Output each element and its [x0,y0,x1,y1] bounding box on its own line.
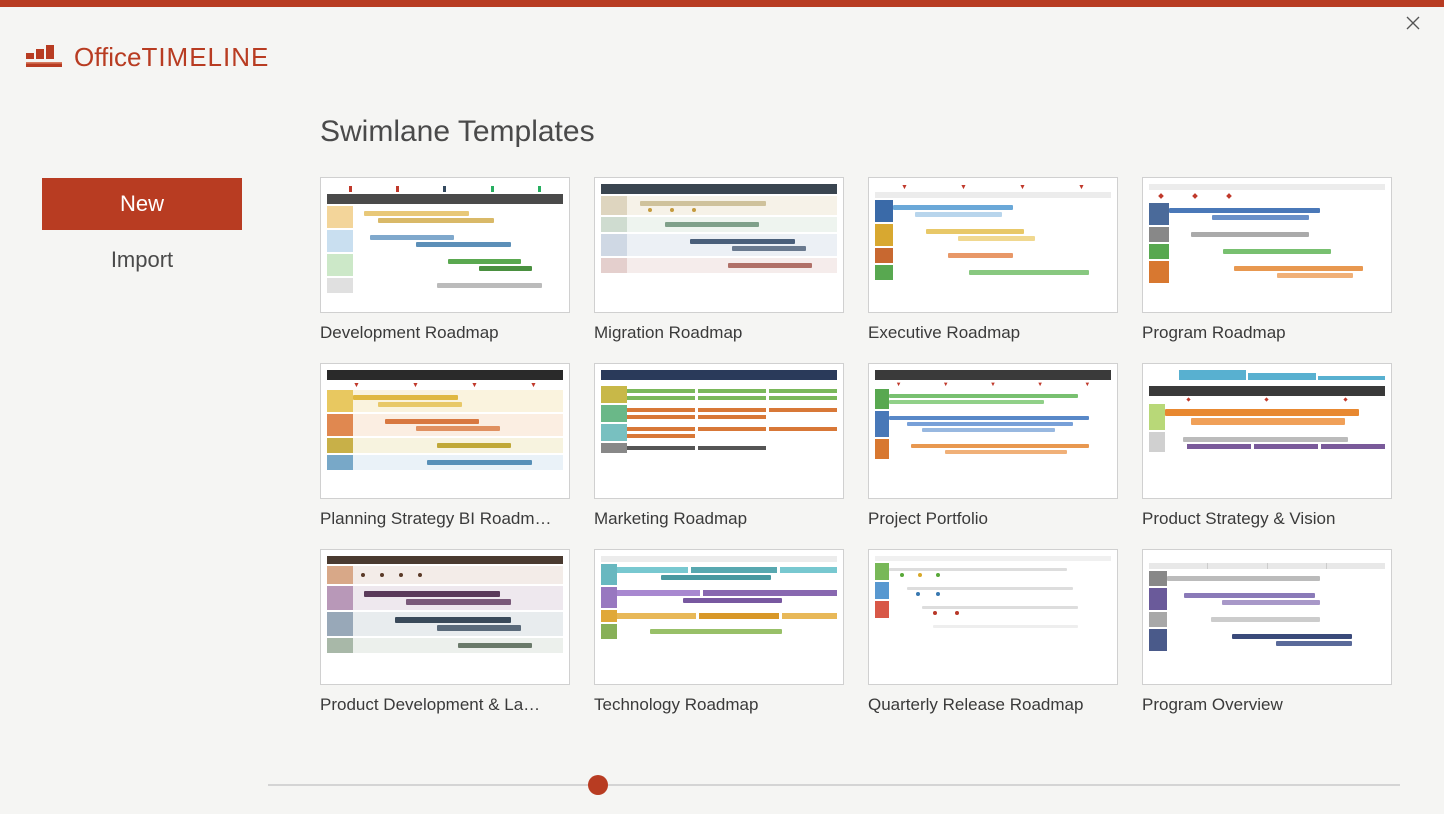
template-label: Project Portfolio [868,509,1118,529]
brand-logo: OfficeTIMELINE [26,42,269,73]
template-card-project-portfolio[interactable]: ▼▼▼▼▼ Project Portfolio [868,363,1118,529]
page-title: Swimlane Templates [320,115,1404,149]
template-thumbnail [594,363,844,499]
window-top-accent [0,0,1444,7]
template-card-product-development-launch[interactable]: Product Development & La… [320,549,570,715]
template-label: Marketing Roadmap [594,509,844,529]
template-thumbnail [594,177,844,313]
template-label: Executive Roadmap [868,323,1118,343]
template-thumbnail: ▼▼▼▼ [320,363,570,499]
main-content: Swimlane Templates Development Roadmap [320,115,1404,715]
brand-icon [26,45,62,71]
template-card-program-overview[interactable]: Program Overview [1142,549,1392,715]
template-card-planning-strategy-bi[interactable]: ▼▼▼▼ Planning Strategy BI Roadm… [320,363,570,529]
template-card-migration-roadmap[interactable]: Migration Roadmap [594,177,844,343]
template-thumbnail: ▼▼▼▼ [868,177,1118,313]
template-label: Product Development & La… [320,695,570,715]
nav-new[interactable]: New [42,178,242,230]
template-label: Migration Roadmap [594,323,844,343]
close-button[interactable] [1402,14,1424,36]
template-thumbnail [1142,177,1392,313]
template-card-product-strategy-vision[interactable]: Product Strategy & Vision [1142,363,1392,529]
sidebar-nav: New Import [42,178,242,290]
template-card-technology-roadmap[interactable]: Technology Roadmap [594,549,844,715]
template-thumbnail [320,177,570,313]
template-thumbnail [1142,549,1392,685]
close-icon [1406,16,1420,35]
template-thumbnail [1142,363,1392,499]
brand-name: OfficeTIMELINE [74,42,269,73]
horizontal-scrollbar[interactable] [268,784,1400,786]
template-card-program-roadmap[interactable]: Program Roadmap [1142,177,1392,343]
template-grid: Development Roadmap Migration Roadmap ▼▼… [320,177,1404,715]
template-card-development-roadmap[interactable]: Development Roadmap [320,177,570,343]
template-thumbnail [868,549,1118,685]
template-card-marketing-roadmap[interactable]: Marketing Roadmap [594,363,844,529]
template-label: Technology Roadmap [594,695,844,715]
template-label: Development Roadmap [320,323,570,343]
template-label: Product Strategy & Vision [1142,509,1392,529]
template-thumbnail: ▼▼▼▼▼ [868,363,1118,499]
template-label: Program Roadmap [1142,323,1392,343]
scrollbar-thumb[interactable] [588,775,608,795]
template-thumbnail [594,549,844,685]
template-label: Planning Strategy BI Roadm… [320,509,570,529]
nav-import[interactable]: Import [42,234,242,286]
template-card-executive-roadmap[interactable]: ▼▼▼▼ Executive Roadmap [868,177,1118,343]
template-card-quarterly-release-roadmap[interactable]: Quarterly Release Roadmap [868,549,1118,715]
nav-label: New [120,191,164,217]
template-thumbnail [320,549,570,685]
template-label: Program Overview [1142,695,1392,715]
template-label: Quarterly Release Roadmap [868,695,1118,715]
nav-label: Import [111,247,173,273]
